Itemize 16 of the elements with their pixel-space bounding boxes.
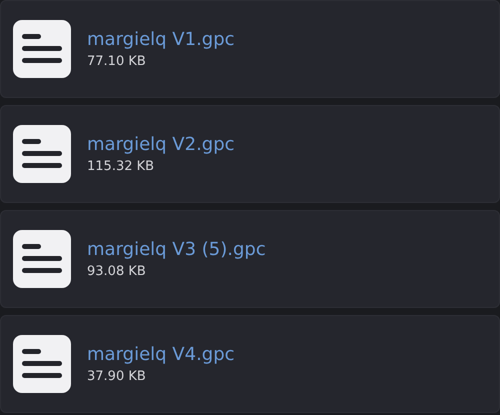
file-size: 115.32 KB [87,159,156,174]
document-icon [13,230,71,288]
document-icon [13,335,71,393]
file-name: margielq V3 (5).gpc [87,239,266,260]
file-card[interactable]: margielq V3 (5).gpc 93.08 KB [0,210,500,308]
file-card[interactable]: margielq V1.gpc 77.10 KB [0,0,500,98]
file-card[interactable]: margielq V2.gpc 115.32 KB [0,105,500,203]
file-name: margielq V1.gpc [87,29,235,50]
document-icon [13,125,71,183]
file-size: 93.08 KB [87,264,147,279]
file-card[interactable]: margielq V4.gpc 37.90 KB [0,315,500,413]
file-size: 37.90 KB [87,369,147,384]
file-name: margielq V2.gpc [87,134,235,155]
file-name: margielq V4.gpc [87,344,235,365]
file-size: 77.10 KB [87,54,147,69]
document-icon [13,20,71,78]
